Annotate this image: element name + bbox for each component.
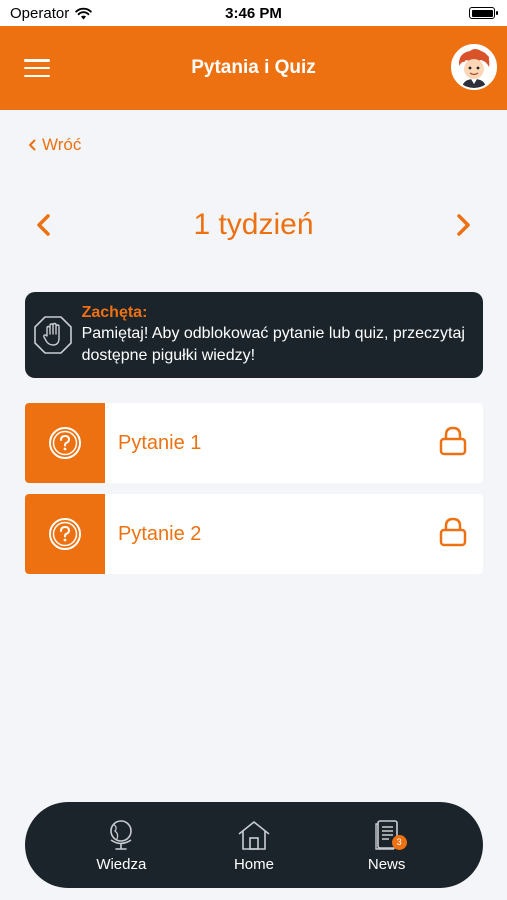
stop-hand-icon bbox=[34, 316, 73, 354]
nav-label: Wiedza bbox=[96, 855, 147, 873]
nav-item-wiedza[interactable]: Wiedza bbox=[76, 818, 166, 873]
lock-icon bbox=[439, 517, 467, 546]
hint-text: Zachęta: Pamiętaj! Aby odblokować pytani… bbox=[82, 303, 483, 367]
avatar[interactable] bbox=[451, 44, 497, 90]
question-icon-box bbox=[25, 494, 105, 574]
bottom-nav: Wiedza Home 3 News bbox=[25, 802, 483, 888]
battery-icon bbox=[469, 7, 498, 19]
lock-icon bbox=[439, 426, 467, 455]
nav-icon-wrap: 3 bbox=[374, 818, 407, 852]
week-navigator: 1 tydzień bbox=[0, 200, 507, 250]
question-card[interactable]: Pytanie 1 bbox=[25, 403, 483, 483]
chevron-right-icon bbox=[457, 214, 470, 236]
question-label: Pytanie 1 bbox=[118, 431, 202, 454]
nav-icon-wrap bbox=[237, 818, 271, 852]
lock-icon-wrapper bbox=[439, 426, 467, 461]
previous-week-button[interactable] bbox=[32, 212, 56, 238]
hint-icon-container bbox=[25, 315, 82, 355]
status-bar: Operator 3:46 PM bbox=[0, 0, 507, 26]
home-icon bbox=[238, 820, 270, 850]
next-week-button[interactable] bbox=[451, 212, 475, 238]
nav-icon-wrap bbox=[106, 818, 136, 852]
status-left: Operator bbox=[10, 5, 92, 22]
question-card[interactable]: Pytanie 2 bbox=[25, 494, 483, 574]
hint-body: Pamiętaj! Aby odblokować pytanie lub qui… bbox=[81, 325, 465, 364]
question-icon-box bbox=[25, 403, 105, 483]
nav-label: News bbox=[367, 855, 406, 873]
question-mark-icon bbox=[49, 427, 81, 459]
app-header: Pytania i Quiz bbox=[0, 26, 507, 110]
week-title: 1 tydzień bbox=[193, 208, 314, 241]
nav-item-home[interactable]: Home bbox=[209, 818, 299, 873]
chevron-left-icon bbox=[37, 214, 50, 236]
hint-title: Zachęta: bbox=[81, 304, 148, 321]
back-label: Wróć bbox=[42, 135, 82, 154]
globe-icon bbox=[110, 819, 133, 850]
page-title: Pytania i Quiz bbox=[191, 57, 316, 78]
hamburger-menu-icon[interactable] bbox=[22, 56, 52, 80]
back-button[interactable]: Wróć bbox=[28, 135, 81, 155]
cartoon-avatar-icon bbox=[453, 46, 495, 88]
news-badge: 3 bbox=[391, 834, 407, 850]
lock-icon-wrapper bbox=[439, 517, 467, 552]
question-label: Pytanie 2 bbox=[118, 522, 202, 545]
hint-banner: Zachęta: Pamiętaj! Aby odblokować pytani… bbox=[25, 292, 483, 378]
wifi-icon bbox=[75, 7, 92, 19]
nav-item-news[interactable]: 3 News bbox=[342, 818, 432, 873]
carrier-label: Operator bbox=[10, 4, 70, 22]
nav-label: Home bbox=[233, 855, 274, 873]
question-mark-icon bbox=[49, 518, 81, 550]
chevron-left-icon bbox=[29, 139, 36, 151]
